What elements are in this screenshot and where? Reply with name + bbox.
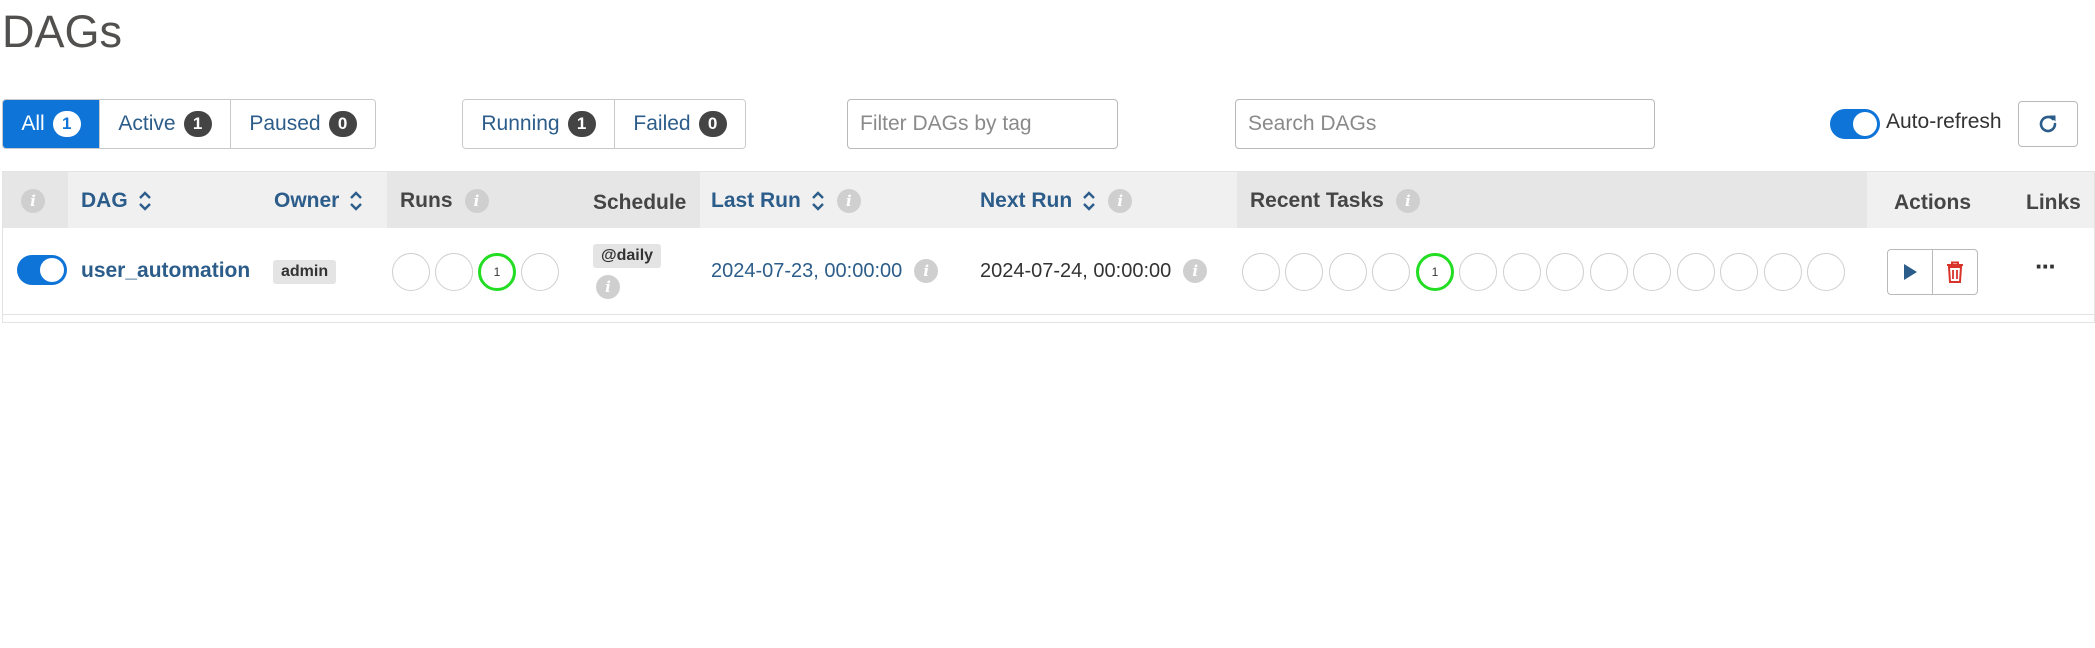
filter-all-label: All <box>21 112 45 135</box>
info-icon[interactable]: i <box>914 259 939 283</box>
task-state-circle[interactable] <box>1633 253 1671 291</box>
run-state-circle[interactable] <box>392 253 430 291</box>
header-runs-label: Runs <box>400 189 453 212</box>
schedule-tag[interactable]: @daily <box>593 244 662 268</box>
filter-active-button[interactable]: Active 1 <box>100 100 231 148</box>
next-run-value: 2024-07-24, 00:00:00 <box>980 259 1172 282</box>
delete-dag-button[interactable] <box>1932 249 1978 295</box>
trigger-dag-button[interactable] <box>1887 249 1933 295</box>
info-icon[interactable]: i <box>1108 189 1133 213</box>
task-state-circle[interactable] <box>1329 253 1367 291</box>
header-info: i <box>21 189 45 213</box>
toggle-knob <box>40 258 64 282</box>
last-run-cell: 2024-07-23, 00:00:00 i <box>711 259 939 283</box>
info-icon[interactable]: i <box>464 189 489 213</box>
header-schedule: Schedule <box>593 191 686 215</box>
header-actions: Actions <box>1894 191 1971 215</box>
info-icon[interactable]: i <box>836 189 861 213</box>
run-state-circle[interactable] <box>435 253 473 291</box>
search-input[interactable] <box>1235 99 1655 149</box>
info-icon[interactable]: i <box>1395 189 1420 213</box>
header-links: Links <box>2026 191 2081 215</box>
task-state-circle[interactable]: 1 <box>1416 253 1454 291</box>
page-title: DAGs <box>2 6 123 57</box>
tag-filter-input[interactable] <box>847 99 1118 149</box>
filter-running-label: Running <box>481 112 560 135</box>
filter-active-label: Active <box>118 112 176 135</box>
auto-refresh-toggle[interactable] <box>1830 109 1880 139</box>
header-next-run[interactable]: Next Run i <box>980 189 1133 213</box>
task-state-circle[interactable] <box>1720 253 1758 291</box>
task-state-circle[interactable] <box>1372 253 1410 291</box>
toggle-knob <box>1853 112 1877 136</box>
trash-icon <box>1947 261 1963 283</box>
dag-id-link[interactable]: user_automation <box>81 259 250 283</box>
sort-icon <box>811 191 824 211</box>
task-state-circle[interactable] <box>1807 253 1845 291</box>
owner-tag[interactable]: admin <box>273 260 337 284</box>
header-dag-label: DAG <box>81 189 128 212</box>
task-state-circle[interactable] <box>1590 253 1628 291</box>
info-icon[interactable]: i <box>1183 259 1208 283</box>
sort-icon <box>350 191 363 211</box>
last-run-link[interactable]: 2024-07-23, 00:00:00 <box>711 260 902 283</box>
task-state-circle[interactable] <box>1546 253 1584 291</box>
task-state-circle[interactable] <box>1503 253 1541 291</box>
header-recent-tasks: Recent Tasks i <box>1250 189 1420 213</box>
header-recent-tasks-label: Recent Tasks <box>1250 189 1384 212</box>
filter-paused-count: 0 <box>328 111 357 137</box>
play-icon <box>1904 264 1917 280</box>
header-links-label: Links <box>2026 191 2081 214</box>
run-filter-group: Running 1 Failed 0 <box>462 99 746 149</box>
header-next-run-label: Next Run <box>980 189 1073 212</box>
table-header: i DAG Owner Runs i Schedule Last Run i N… <box>3 172 2094 228</box>
run-state-circle[interactable]: 1 <box>478 253 516 291</box>
sort-icon <box>138 191 151 211</box>
header-last-run[interactable]: Last Run i <box>711 189 861 213</box>
filter-paused-label: Paused <box>249 112 321 135</box>
info-icon[interactable]: i <box>596 275 620 299</box>
info-icon[interactable]: i <box>21 189 45 213</box>
header-owner[interactable]: Owner <box>274 189 363 213</box>
filter-failed-count: 0 <box>698 111 727 137</box>
status-filter-group: All 1 Active 1 Paused 0 <box>2 99 376 149</box>
header-dag[interactable]: DAG <box>81 189 152 213</box>
header-runs: Runs i <box>400 189 489 213</box>
run-state-circle[interactable] <box>521 253 559 291</box>
filter-paused-button[interactable]: Paused 0 <box>231 100 375 148</box>
header-last-run-label: Last Run <box>711 189 801 212</box>
header-actions-label: Actions <box>1894 191 1972 214</box>
dag-table: i DAG Owner Runs i Schedule Last Run i N… <box>2 171 2095 323</box>
sort-icon <box>1083 191 1096 211</box>
auto-refresh-label: Auto-refresh <box>1886 110 2002 133</box>
header-schedule-label: Schedule <box>593 191 687 214</box>
task-state-circle[interactable] <box>1242 253 1280 291</box>
task-state-circle[interactable] <box>1459 253 1497 291</box>
filter-active-count: 1 <box>183 111 212 137</box>
task-state-circle[interactable] <box>1285 253 1323 291</box>
links-menu-button[interactable]: ··· <box>2035 251 2057 282</box>
task-state-circle[interactable] <box>1764 253 1802 291</box>
filter-all-count: 1 <box>52 111 81 137</box>
filter-running-count: 1 <box>567 111 596 137</box>
table-row: user_automation admin 1 @daily i 2024-07… <box>3 229 2094 315</box>
next-run-cell: 2024-07-24, 00:00:00 i <box>980 259 1208 283</box>
filter-all-button[interactable]: All 1 <box>3 100 100 148</box>
dag-pause-toggle[interactable] <box>17 255 67 285</box>
refresh-button[interactable] <box>2018 101 2078 147</box>
filter-failed-label: Failed <box>633 112 691 135</box>
refresh-icon <box>2039 115 2057 133</box>
header-owner-label: Owner <box>274 189 340 212</box>
filter-running-button[interactable]: Running 1 <box>463 100 615 148</box>
task-state-circle[interactable] <box>1677 253 1715 291</box>
filter-failed-button[interactable]: Failed 0 <box>615 100 745 148</box>
